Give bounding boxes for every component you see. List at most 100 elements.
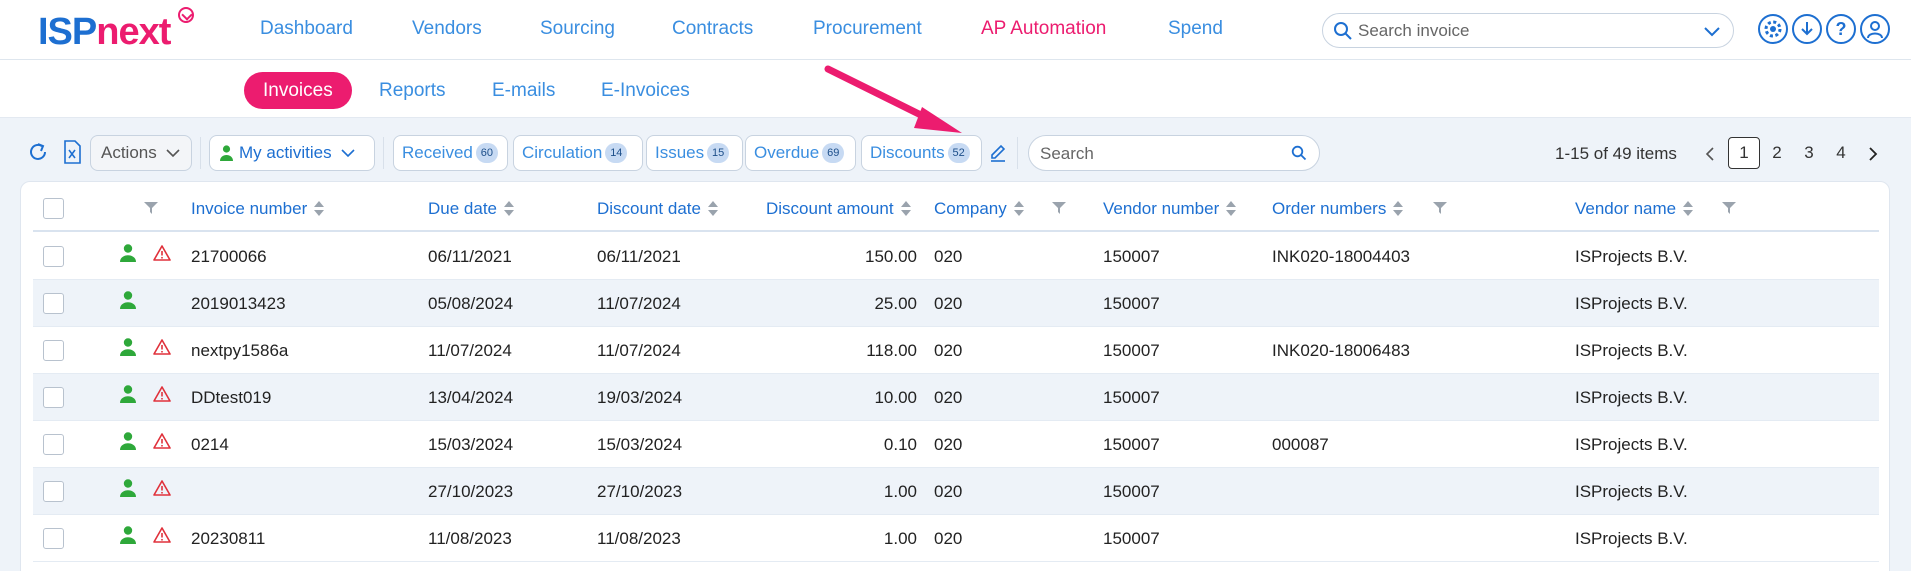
- toolbar-divider: [200, 137, 201, 169]
- table-row[interactable]: 0214 15/03/2024 15/03/2024 0.10 020 150007 000…: [33, 421, 1879, 468]
- row-checkbox[interactable]: [43, 387, 64, 408]
- cell-order-numbers: 000087: [1272, 435, 1329, 454]
- settings-gear-icon[interactable]: [1758, 14, 1788, 44]
- table-search-input[interactable]: [1040, 143, 1280, 165]
- tab-e-invoices[interactable]: E-Invoices: [601, 72, 690, 109]
- cell-invoice-number[interactable]: 2019013423: [191, 294, 286, 314]
- tab-e-mails[interactable]: E-mails: [492, 72, 555, 109]
- cell-company: 020: [934, 388, 963, 407]
- header-label: Vendor number: [1103, 199, 1220, 218]
- filter-overdue[interactable]: Overdue 69: [745, 135, 856, 171]
- row-checkbox[interactable]: [43, 293, 64, 314]
- header-label: Invoice number: [191, 199, 308, 218]
- owner-person-icon: [120, 244, 136, 267]
- download-icon[interactable]: [1792, 14, 1822, 44]
- nav-sourcing[interactable]: Sourcing: [540, 18, 615, 40]
- header-label: Company: [934, 199, 1007, 218]
- search-icon[interactable]: [1291, 145, 1307, 161]
- nav-ap-automation[interactable]: AP Automation: [981, 18, 1106, 40]
- filter-issues[interactable]: Issues 15: [646, 135, 743, 171]
- owner-person-icon: [120, 432, 136, 455]
- cell-vendor-name: ISProjects B.V.: [1575, 435, 1688, 454]
- column-header-due-date[interactable]: Due date: [428, 199, 514, 219]
- page-button-2[interactable]: 2: [1761, 137, 1793, 169]
- nav-vendors[interactable]: Vendors: [412, 18, 482, 40]
- table-search-box[interactable]: [1028, 135, 1320, 171]
- filter-discounts[interactable]: Discounts 52: [861, 135, 982, 171]
- logo-badge-icon: [178, 7, 194, 23]
- row-checkbox[interactable]: [43, 528, 64, 549]
- cell-discount-date: 06/11/2021: [597, 247, 681, 266]
- cell-invoice-number[interactable]: 20230811: [191, 529, 265, 549]
- user-profile-icon[interactable]: [1860, 14, 1890, 44]
- filter-funnel-icon[interactable]: [1722, 202, 1736, 214]
- column-header-vendor-name[interactable]: Vendor name: [1575, 199, 1694, 219]
- search-icon: [1334, 22, 1352, 40]
- table-row[interactable]: 27/10/2023 27/10/2023 1.00 020 150007 ISProje…: [33, 468, 1879, 515]
- table-row[interactable]: 21700066 06/11/2021 06/11/2021 150.00 020 150…: [33, 233, 1879, 280]
- cell-order-numbers: INK020-18006483: [1272, 341, 1411, 360]
- invoice-search-input[interactable]: [1358, 20, 1678, 42]
- help-icon[interactable]: ?: [1826, 14, 1856, 44]
- column-header-discount-date[interactable]: Discount date: [597, 199, 718, 219]
- filter-circulation[interactable]: Circulation 14: [513, 135, 643, 171]
- toolbar-divider: [383, 137, 384, 169]
- nav-procurement[interactable]: Procurement: [813, 18, 922, 40]
- table-row[interactable]: 2019013423 05/08/2024 11/07/2024 25.00 020 15…: [33, 280, 1879, 327]
- page-button-3[interactable]: 3: [1793, 137, 1825, 169]
- column-header-discount-amount[interactable]: Discount amount: [766, 199, 911, 219]
- filter-funnel-icon[interactable]: [1433, 202, 1447, 214]
- column-header-order-numbers[interactable]: Order numbers: [1272, 199, 1404, 219]
- cell-invoice-number[interactable]: 0214: [191, 435, 229, 455]
- nav-dashboard[interactable]: Dashboard: [260, 18, 353, 40]
- row-checkbox[interactable]: [43, 340, 64, 361]
- chevron-down-icon[interactable]: [1703, 22, 1721, 40]
- table-row[interactable]: DDtest019 13/04/2024 19/03/2024 10.00 020 150…: [33, 374, 1879, 421]
- my-activities-dropdown[interactable]: My activities: [209, 135, 375, 171]
- sort-icon: [1683, 201, 1694, 217]
- page-button-4[interactable]: 4: [1825, 137, 1857, 169]
- cell-vendor-name: ISProjects B.V.: [1575, 388, 1688, 407]
- cell-discount-amount: 150.00: [865, 247, 917, 266]
- cell-discount-amount: 25.00: [874, 294, 917, 313]
- tab-reports[interactable]: Reports: [379, 72, 446, 109]
- owner-person-icon: [120, 526, 136, 549]
- tab-invoices[interactable]: Invoices: [244, 72, 352, 109]
- filter-received[interactable]: Received 60: [393, 135, 508, 171]
- row-checkbox[interactable]: [43, 246, 64, 267]
- page-button-1[interactable]: 1: [1728, 137, 1760, 169]
- select-all-checkbox[interactable]: [43, 198, 64, 219]
- sort-icon: [504, 201, 514, 217]
- cell-invoice-number[interactable]: 21700066: [191, 247, 267, 267]
- nav-contracts[interactable]: Contracts: [672, 18, 753, 40]
- nav-spend[interactable]: Spend: [1168, 18, 1223, 40]
- chevron-down-icon: [341, 149, 355, 158]
- edit-filters-pencil-icon[interactable]: [989, 144, 1007, 162]
- table-row[interactable]: nextpy1586a 11/07/2024 11/07/2024 118.00 020…: [33, 327, 1879, 374]
- cell-company: 020: [934, 529, 963, 548]
- filter-issues-label: Issues: [655, 143, 705, 162]
- filter-funnel-icon[interactable]: [1052, 202, 1066, 214]
- cell-invoice-number[interactable]: nextpy1586a: [191, 341, 288, 361]
- column-header-company[interactable]: Company: [934, 199, 1024, 219]
- row-checkbox[interactable]: [43, 434, 64, 455]
- table-row[interactable]: 20230811 11/08/2023 11/08/2023 1.00 020 15000…: [33, 515, 1879, 562]
- cell-invoice-number[interactable]: DDtest019: [191, 388, 271, 408]
- cell-due-date: 05/08/2024: [428, 294, 514, 313]
- ispnext-logo[interactable]: ISPnext: [38, 12, 171, 52]
- cell-company: 020: [934, 294, 963, 313]
- column-header-vendor-number[interactable]: Vendor number: [1103, 199, 1237, 219]
- chevron-left-icon[interactable]: [1704, 146, 1716, 162]
- column-header-invoice-number[interactable]: Invoice number: [191, 199, 325, 219]
- cell-vendor-number: 150007: [1103, 435, 1160, 454]
- row-checkbox[interactable]: [43, 481, 64, 502]
- filter-funnel-icon[interactable]: [144, 202, 158, 214]
- filter-discounts-label: Discounts: [870, 143, 945, 162]
- cell-discount-date: 15/03/2024: [597, 435, 683, 454]
- chevron-right-icon[interactable]: [1867, 146, 1879, 162]
- actions-dropdown[interactable]: Actions: [90, 135, 192, 171]
- invoice-search-box[interactable]: [1322, 13, 1734, 48]
- excel-export-icon[interactable]: [63, 140, 81, 164]
- owner-person-icon: [120, 385, 136, 408]
- refresh-icon[interactable]: [27, 141, 49, 163]
